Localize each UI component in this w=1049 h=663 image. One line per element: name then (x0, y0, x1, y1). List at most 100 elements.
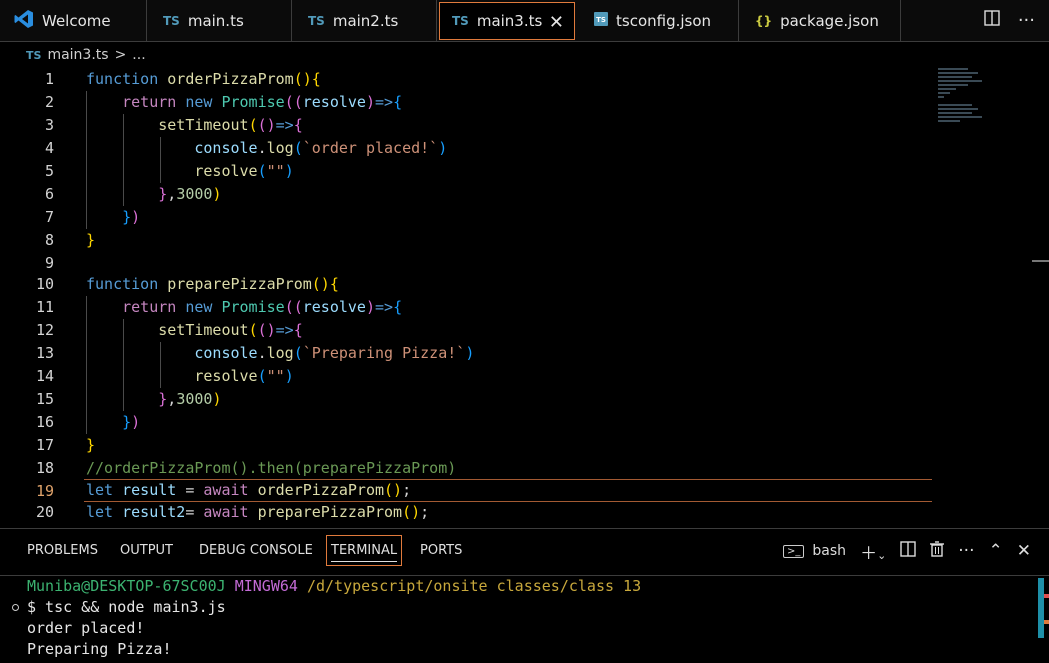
tab-welcome[interactable]: Welcome (0, 0, 147, 41)
tab-label: package.json (780, 11, 879, 30)
line-number: 2 (44, 93, 54, 111)
code-text: setTimeout(()=>{ (158, 321, 303, 339)
terminal-output-line: Preparing Pizza! (27, 640, 172, 658)
line-number: 6 (44, 185, 54, 203)
code-text: } (86, 436, 96, 454)
tsconfig-icon: TS (594, 12, 608, 29)
line-number: 10 (35, 275, 54, 293)
code-text: resolve("") (194, 162, 294, 180)
code-line: 20 let result2= await preparePizzaProm(); (0, 501, 935, 524)
code-line: 8} (0, 229, 935, 252)
more-actions-icon[interactable]: ··· (1018, 10, 1035, 31)
close-icon[interactable]: ✕ (549, 12, 564, 33)
typescript-icon: TS (452, 14, 469, 28)
code-text: return new Promise((resolve)=>{ (122, 298, 403, 316)
minimap[interactable] (938, 68, 986, 128)
line-number: 7 (44, 208, 54, 226)
typescript-icon: TS (26, 48, 42, 62)
tab-ports[interactable]: PORTS (420, 543, 462, 558)
tab-output[interactable]: OUTPUT (120, 543, 173, 558)
tab-bar-actions: ··· (939, 0, 1049, 41)
split-editor-icon[interactable] (984, 10, 1000, 31)
code-text: let result = await orderPizzaProm(); (86, 481, 412, 499)
code-line: 4 console.log(`order placed!`) (0, 137, 935, 160)
tab-main-ts[interactable]: TS main.ts (147, 0, 292, 41)
tab-label: tsconfig.json (616, 11, 712, 30)
tab-debug-console[interactable]: DEBUG CONSOLE (199, 543, 313, 558)
code-text: console.log(`Preparing Pizza!`) (194, 344, 475, 362)
typescript-icon: TS (308, 13, 325, 28)
code-line: 9 (0, 252, 935, 275)
tab-terminal[interactable]: TERMINAL (326, 535, 403, 566)
tab-main3-ts[interactable]: TS main3.ts ✕ (439, 2, 575, 40)
prompt-user: Muniba@DESKTOP-67SC00J (27, 577, 226, 595)
code-text: } (86, 231, 96, 249)
line-number: 4 (44, 139, 54, 157)
terminal-command: $ tsc && node main3.js (27, 598, 226, 616)
breadcrumb: TS main3.ts > ... (0, 42, 1049, 68)
close-panel-icon[interactable]: ✕ (1017, 541, 1031, 561)
scroll-marker (1044, 594, 1049, 598)
split-terminal-icon[interactable] (900, 540, 916, 562)
line-number: 8 (44, 231, 54, 249)
tab-label: main.ts (187, 11, 244, 30)
line-number: 13 (35, 344, 54, 362)
code-line: 15 },3000) (0, 388, 935, 411)
code-text: return new Promise((resolve)=>{ (122, 93, 403, 111)
code-line: 12 setTimeout(()=>{ (0, 319, 935, 342)
line-number: 16 (35, 413, 54, 431)
code-line: 11 return new Promise((resolve)=>{ (0, 296, 935, 319)
panel-tab-bar: PROBLEMS OUTPUT DEBUG CONSOLE TERMINAL P… (0, 529, 1049, 574)
typescript-icon: TS (163, 13, 180, 28)
bottom-panel: PROBLEMS OUTPUT DEBUG CONSOLE TERMINAL P… (0, 528, 1049, 662)
vscode-icon (14, 9, 34, 32)
prompt-env: MINGW64 (234, 577, 298, 595)
terminal-output[interactable]: Muniba@DESKTOP-67SC00J MINGW64 /d/typesc… (0, 575, 1049, 663)
line-number: 1 (44, 70, 54, 88)
breadcrumb-file[interactable]: main3.ts (47, 47, 108, 63)
code-line: 5 resolve("") (0, 160, 935, 183)
breadcrumb-symbols[interactable]: ... (132, 47, 145, 63)
line-number: 5 (44, 162, 54, 180)
command-decoration-icon[interactable] (12, 604, 19, 611)
line-number: 18 (35, 459, 54, 477)
breadcrumb-separator: > (114, 47, 127, 63)
tab-tsconfig-json[interactable]: TS tsconfig.json (576, 0, 739, 41)
line-number: 15 (35, 390, 54, 408)
tab-main2-ts[interactable]: TS main2.ts (292, 0, 437, 41)
code-text: },3000) (158, 185, 222, 203)
line-number: 9 (44, 254, 54, 272)
terminal-icon: >_ (783, 544, 805, 558)
editor-scrollbar[interactable] (1032, 260, 1049, 262)
tab-label: Welcome (42, 11, 111, 30)
svg-text:TS: TS (596, 16, 606, 24)
panel-actions: >_ bash ＋⌄ ··· ⌃ ✕ (783, 537, 1049, 565)
line-number: 12 (35, 321, 54, 339)
code-text: }) (122, 208, 141, 226)
tab-package-json[interactable]: {} package.json (739, 0, 901, 41)
terminal-shell-button[interactable]: >_ bash (783, 543, 846, 559)
code-text: console.log(`order placed!`) (194, 139, 448, 157)
terminal-scrollbar[interactable] (1038, 578, 1044, 638)
line-number: 11 (35, 298, 54, 316)
code-text: resolve("") (194, 367, 294, 385)
code-line: 18 //orderPizzaProm().then(preparePizzaPr… (0, 457, 935, 480)
code-line: 6 },3000) (0, 183, 935, 206)
json-icon: {} (755, 13, 773, 28)
editor-tab-bar: Welcome TS main.ts TS main2.ts TS main3.… (0, 0, 1049, 42)
tab-problems[interactable]: PROBLEMS (27, 543, 98, 558)
code-text: //orderPizzaProm().then(preparePizzaProm… (86, 459, 457, 477)
code-editor[interactable]: 1 function orderPizzaProm(){ 2 return new… (0, 68, 1049, 528)
code-line: 13 console.log(`Preparing Pizza!`) (0, 342, 935, 365)
code-line: 17} (0, 434, 935, 457)
maximize-panel-icon[interactable]: ⌃ (989, 541, 1003, 561)
code-line: 1 function orderPizzaProm(){ (0, 68, 935, 91)
new-terminal-icon[interactable]: ＋⌄ (860, 539, 886, 564)
terminal-prompt-line: Muniba@DESKTOP-67SC00J MINGW64 /d/typesc… (27, 576, 641, 597)
code-text: }) (122, 413, 141, 431)
trash-icon[interactable] (930, 540, 945, 562)
code-line: 3 setTimeout(()=>{ (0, 114, 935, 137)
line-number: 17 (35, 436, 54, 454)
more-actions-icon[interactable]: ··· (958, 541, 974, 561)
tab-label: main3.ts (476, 12, 543, 30)
